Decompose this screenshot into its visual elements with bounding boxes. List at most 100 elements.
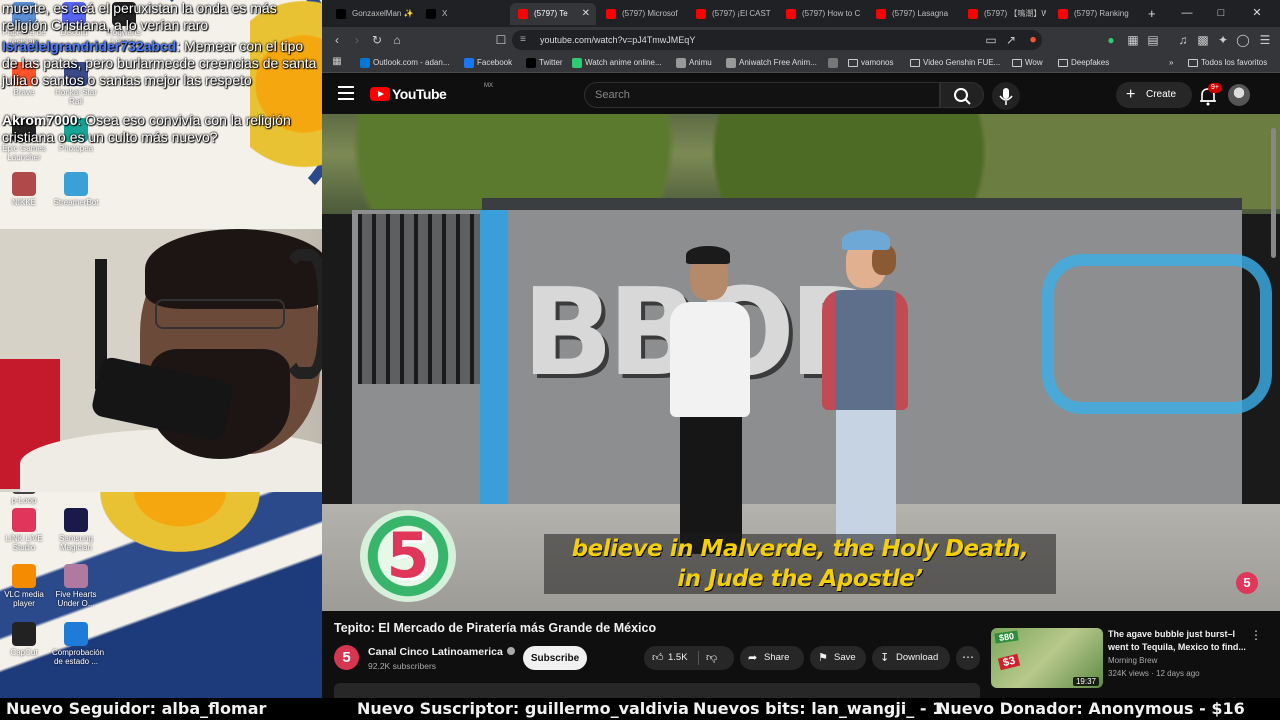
brave-shield-icon[interactable]: ⚫ [1024, 31, 1042, 49]
plus-icon: + [1126, 86, 1136, 103]
verified-icon [506, 647, 515, 655]
hamburger-menu-icon[interactable] [338, 86, 354, 100]
sidebar-icon[interactable]: ▤ [1144, 31, 1162, 49]
desktop-shortcut[interactable]: Samsung Magician [52, 508, 100, 552]
bookmark-item[interactable]: Wow [1012, 56, 1043, 70]
bookmark-save-icon: ⚑ [818, 652, 828, 664]
cast-icon[interactable]: ▭ [982, 31, 1000, 49]
video-title: Tepito: El Mercado de Piratería más Gran… [334, 621, 657, 635]
scrollbar[interactable] [1270, 114, 1278, 698]
search-button[interactable] [940, 82, 984, 108]
browser-tab[interactable]: X [418, 3, 504, 25]
app-icon [64, 508, 88, 532]
more-actions-button[interactable]: ⋯ [956, 646, 980, 670]
desktop-shortcut[interactable]: VLC media player [0, 564, 48, 608]
new-tab-button[interactable]: + [1140, 3, 1156, 25]
puzzle-icon[interactable]: ▦ [1124, 31, 1142, 49]
bookmarks-overflow-icon[interactable]: » [1156, 56, 1173, 70]
apps-icon[interactable]: ▦ [328, 53, 346, 71]
slash-favicon-icon [828, 58, 838, 68]
chat-message: Israelelgrandrider732abcd: Memear con el… [2, 38, 317, 88]
chat-message: muerte, es acá el peruxistan la onda es … [2, 0, 320, 34]
suggested-video-thumbnail[interactable]: $80 $3 19:37 [991, 628, 1103, 688]
download-button[interactable]: ↧ Download [872, 646, 950, 670]
bookmark-item[interactable]: Twitter [526, 56, 563, 70]
bookmark-item[interactable]: Outlook.com - adan... [360, 56, 449, 70]
browser-tab[interactable]: (5797) Ranking [1050, 3, 1136, 25]
minimize-icon[interactable]: — [1172, 3, 1202, 23]
share-button[interactable]: ➦ Share [740, 646, 804, 670]
bookmark-item[interactable]: Facebook [464, 56, 512, 70]
site-info-icon[interactable]: ≡ [520, 30, 526, 50]
tab-label: (5797) Microsof [622, 9, 678, 18]
search-input[interactable]: Search [584, 82, 940, 108]
extension-icon[interactable]: ● [1102, 31, 1120, 49]
bookmark-icon[interactable]: ☐ [492, 31, 510, 49]
desktop-shortcut[interactable]: StreamerBot [52, 172, 100, 207]
search-icon [954, 88, 971, 105]
reload-icon[interactable]: ↻ [368, 31, 386, 49]
close-icon[interactable]: ✕ [1242, 3, 1272, 23]
browser-tab[interactable]: (5797) How to C [778, 3, 864, 25]
ticker-follower: Nuevo Seguidor: alba_flomar [6, 699, 267, 718]
browser-tab[interactable]: (5797) ¡El CAST [688, 3, 774, 25]
tab-label: GonzaxelMan ✨ [352, 9, 414, 18]
vpn-icon[interactable]: ◯ [1234, 31, 1252, 49]
forward-icon[interactable]: › [348, 31, 366, 49]
bookmark-item[interactable]: Animu [676, 56, 712, 70]
folder-icon [848, 59, 858, 67]
bookmark-item[interactable]: Deepfakes [1058, 56, 1109, 70]
youtube-favicon-icon [518, 9, 528, 19]
browser-tab[interactable]: (5797) Microsof [598, 3, 684, 25]
suggested-video-title[interactable]: The agave bubble just burst–I went to Te… [1108, 628, 1246, 654]
leo-icon[interactable]: ✦ [1214, 31, 1232, 49]
desktop-shortcut[interactable]: CapCut [0, 622, 48, 657]
bookmark-item[interactable] [828, 56, 841, 70]
youtube-header: YouTube MX Search + Create 9+ [322, 74, 1280, 114]
menu-icon[interactable]: ☰ [1256, 31, 1274, 49]
channel-watermark[interactable]: 5 [1236, 572, 1258, 594]
url-text: youtube.com/watch?v=pJ4TmwJMEqY [540, 35, 696, 45]
browser-tab[interactable]: (5797) Te ✕ [510, 3, 596, 25]
browser-tab[interactable]: (5797) Lasagna [868, 3, 954, 25]
subscribe-button[interactable]: Subscribe [523, 646, 587, 670]
maximize-icon[interactable]: □ [1206, 3, 1236, 23]
all-bookmarks[interactable]: Todos los favoritos [1188, 56, 1267, 70]
channel-name[interactable]: Canal Cinco Latinoamerica [368, 646, 515, 658]
desktop-shortcut[interactable]: Five Hearts Under O... [52, 564, 100, 608]
bookmark-item[interactable]: Aniwatch Free Anim... [726, 56, 817, 70]
desktop-shortcut[interactable]: LINK LIVE Studio [0, 508, 48, 552]
like-count[interactable]: 1.5K [668, 652, 688, 663]
kebab-menu-icon[interactable]: ⋮ [1250, 628, 1262, 642]
browser-tab[interactable]: (5797) 【鳴潮】W [960, 3, 1046, 25]
music-icon[interactable]: ♫ [1174, 31, 1192, 49]
browser-window: GonzaxelMan ✨ X (5797) Te ✕ (5797) Microsof (… [322, 0, 1280, 698]
save-button[interactable]: ⚑ Save [810, 646, 866, 670]
desktop-shortcut[interactable]: NIKKE [0, 172, 48, 207]
browser-tab[interactable]: GonzaxelMan ✨ [328, 3, 414, 25]
thumbs-up-icon[interactable]: 👍︎ [652, 646, 664, 670]
bookmark-item[interactable]: vamonos [848, 56, 893, 70]
home-icon[interactable]: ⌂ [388, 31, 406, 49]
app-icon [12, 564, 36, 588]
create-button[interactable]: + Create [1116, 82, 1192, 108]
tab-label: X [442, 9, 448, 18]
circle-favicon-icon [726, 58, 736, 68]
bookmark-item[interactable]: Video Genshin FUE... [910, 56, 1000, 70]
description-box[interactable] [334, 683, 980, 698]
share-page-icon[interactable]: ↗ [1002, 31, 1020, 49]
stream-ticker: Nuevo Seguidor: alba_flomar Nuevo Suscri… [0, 698, 1280, 720]
bookmark-item[interactable]: Watch anime online... [572, 56, 662, 70]
suggested-video-channel[interactable]: Morning Brew [1108, 656, 1157, 665]
channel-avatar[interactable]: 5 [334, 645, 359, 670]
back-icon[interactable]: ‹ [328, 31, 346, 49]
download-icon: ↧ [880, 652, 890, 664]
address-bar[interactable]: ≡ youtube.com/watch?v=pJ4TmwJMEqY [512, 30, 1042, 50]
close-tab-icon[interactable]: ✕ [582, 3, 590, 25]
desktop-shortcut[interactable]: Comprobación de estado ... [52, 622, 104, 666]
account-avatar[interactable] [1228, 84, 1250, 106]
video-player[interactable]: BBOD 5 believe in Malverde, the Holy Dea… [322, 114, 1280, 611]
thumbs-down-icon[interactable]: 👎︎ [706, 646, 717, 670]
voice-search-button[interactable] [992, 82, 1020, 110]
wallet-icon[interactable]: ▩ [1194, 31, 1212, 49]
